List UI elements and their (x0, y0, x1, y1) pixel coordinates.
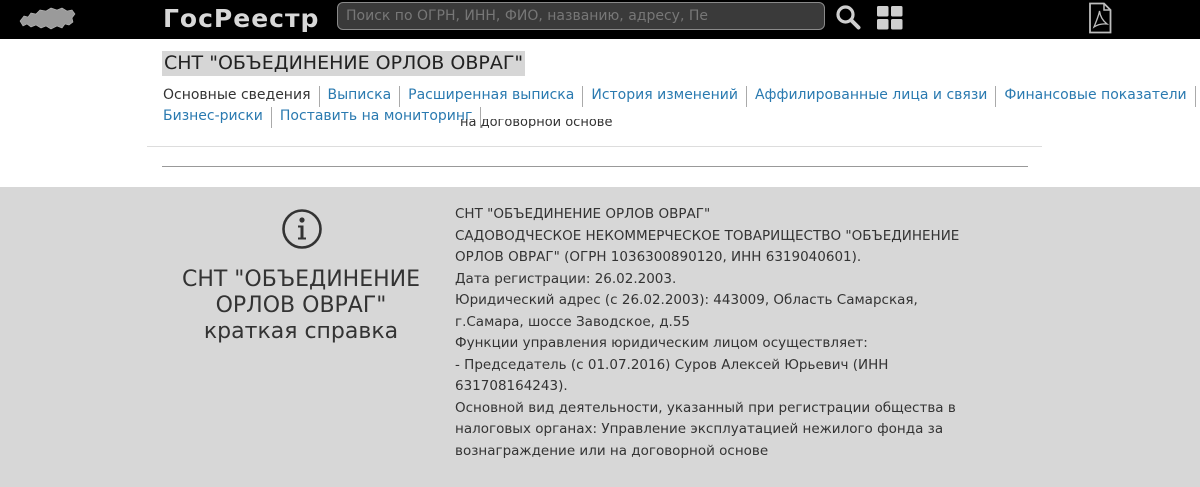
summary-line: налоговых органах: Управление эксплуатац… (455, 421, 944, 437)
summary-line: 631708164243). (455, 378, 568, 394)
search-icon[interactable] (835, 4, 861, 30)
summary-line: СНТ "ОБЪЕДИНЕНИЕ ОРЛОВ ОВРАГ" (455, 206, 711, 222)
tab-extract[interactable]: Выписка (320, 86, 401, 107)
summary-line: Дата регистрации: 26.02.2003. (455, 270, 677, 287)
summary-line: г.Самара, шоссе Заводское, д.55 (455, 313, 691, 330)
company-title: СНТ "ОБЪЕДИНЕНИЕ ОРЛОВ ОВРАГ" (162, 51, 526, 76)
tab-row-2: Бизнес-риски Поставить на мониторинг (162, 107, 1192, 128)
tab-extended-extract[interactable]: Расширенная выписка (400, 86, 584, 107)
russia-map-icon[interactable] (18, 5, 76, 33)
top-navbar: ГосРеестр (0, 0, 1200, 39)
summary-line: Юридический адрес (с 26.02.2003): 443009… (455, 292, 918, 308)
summary-line: Основной вид деятельности, указанный при… (455, 399, 956, 416)
summary-line: ОРЛОВ ОВРАГ" (ОГРН 1036300890120, ИНН 63… (455, 249, 862, 265)
tab-row-1: Основные сведения Выписка Расширенная вы… (162, 86, 1196, 107)
summary-title-line2: ОРЛОВ ОВРАГ" (215, 293, 387, 318)
summary-line: вознаграждение или на договорной основе (455, 442, 769, 459)
summary-text: СНТ "ОБЪЕДИНЕНИЕ ОРЛОВ ОВРАГ" САДОВОДЧЕС… (455, 204, 985, 462)
summary-subtitle: краткая справка (203, 319, 399, 344)
summary-line: - Председатель (с 01.07.2016) Суров Алек… (455, 356, 889, 373)
section-tabs: Основные сведения Выписка Расширенная вы… (162, 86, 1196, 128)
tab-financials[interactable]: Финансовые показатели (996, 86, 1196, 107)
divider (162, 166, 1028, 167)
tab-main-info[interactable]: Основные сведения (162, 86, 320, 107)
tab-change-history[interactable]: История изменений (583, 86, 747, 107)
summary-section: СНТ "ОБЪЕДИНЕНИЕ ОРЛОВ ОВРАГ" краткая сп… (0, 187, 1200, 487)
summary-line: Функции управления юридическим лицом осу… (455, 335, 868, 351)
divider (147, 146, 1042, 147)
site-brand-logo[interactable]: ГосРеестр (163, 4, 319, 33)
clipped-scrolled-text: на договорной основе (460, 119, 613, 128)
tab-add-monitoring[interactable]: Поставить на мониторинг (272, 107, 482, 128)
summary-heading: СНТ "ОБЪЕДИНЕНИЕ ОРЛОВ ОВРАГ" краткая сп… (165, 267, 437, 345)
tab-business-risks[interactable]: Бизнес-риски (162, 107, 272, 128)
summary-line: САДОВОДЧЕСКОЕ НЕКОММЕРЧЕСКОЕ ТОВАРИЩЕСТВ… (455, 227, 960, 244)
pdf-icon[interactable] (1087, 2, 1113, 34)
summary-title-line1: СНТ "ОБЪЕДИНЕНИЕ (181, 267, 421, 292)
info-icon (282, 209, 322, 249)
tab-affiliates[interactable]: Аффилированные лица и связи (747, 86, 997, 107)
search-input[interactable] (337, 2, 825, 30)
grid-icon[interactable] (877, 6, 903, 30)
